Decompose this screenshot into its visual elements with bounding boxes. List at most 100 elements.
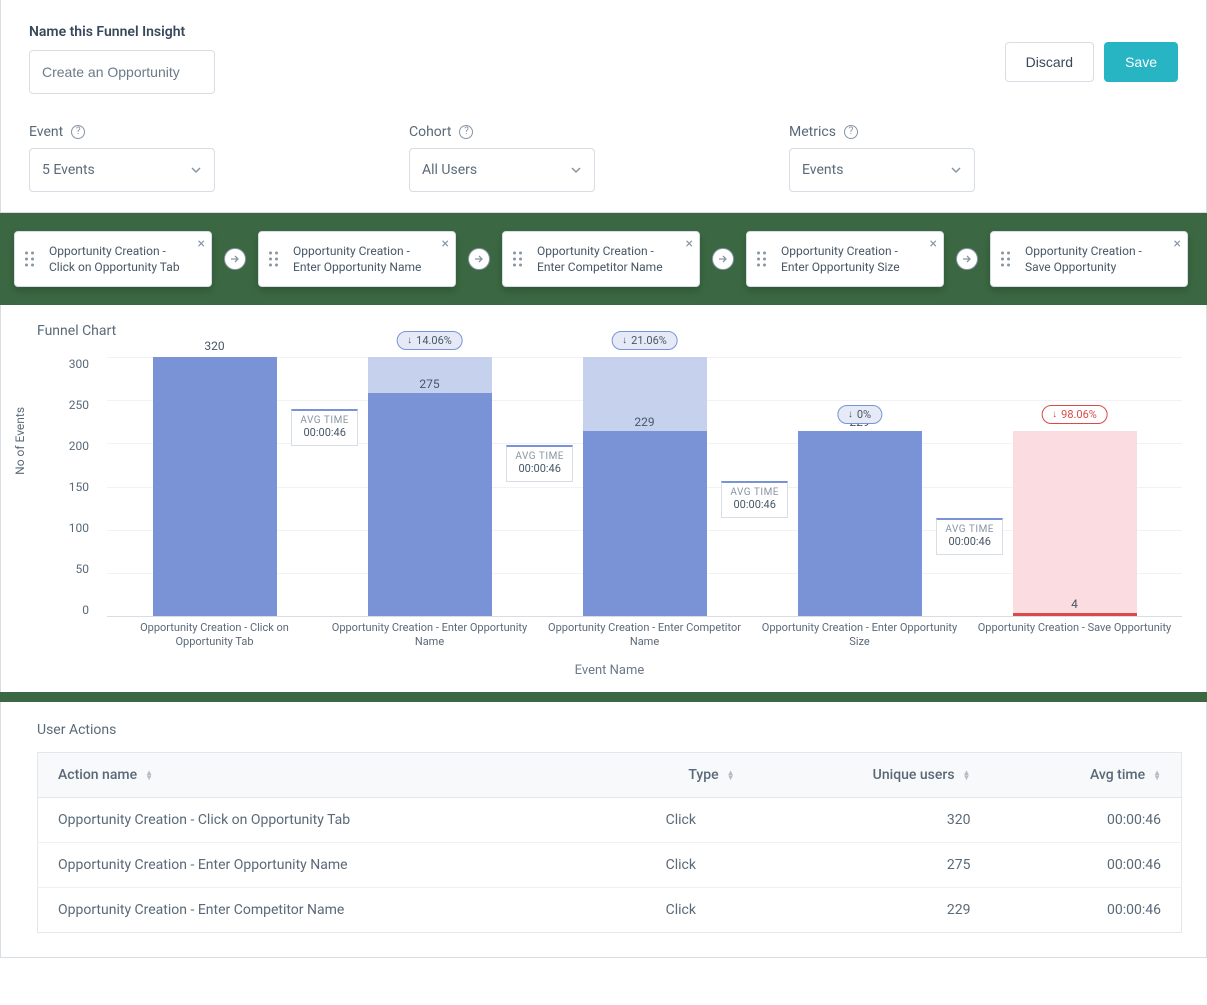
funnel-step-card[interactable]: × Opportunity Creation - Enter Opportunit…	[258, 231, 456, 287]
x-tick-label: Opportunity Creation - Save Opportunity	[967, 621, 1182, 657]
arrow-right-icon	[712, 248, 734, 270]
conversion-drop-badge: ↓ 21.06%	[611, 331, 678, 350]
cohort-select-value: All Users	[422, 162, 477, 178]
col-action[interactable]: Action name▲▼	[38, 753, 608, 798]
funnel-step-label: Opportunity Creation - Enter Competitor …	[537, 243, 679, 275]
y-axis-label: No of Events	[13, 407, 27, 475]
y-tick: 100	[69, 521, 89, 535]
cell-time: 00:00:46	[990, 798, 1181, 843]
cell-type: Click	[607, 888, 755, 933]
help-icon[interactable]: ?	[459, 125, 473, 139]
col-users[interactable]: Unique users▲▼	[755, 753, 991, 798]
x-axis-label: Event Name	[37, 663, 1182, 678]
arrow-right-icon	[224, 248, 246, 270]
arrow-down-icon: ↓	[1052, 409, 1057, 420]
table-row[interactable]: Opportunity Creation - Enter Opportunity…	[38, 843, 1182, 888]
bar-value-label: 229	[634, 415, 654, 429]
y-axis: 300 250 200 150 100 50 0	[37, 357, 97, 617]
cell-time: 00:00:46	[990, 888, 1181, 933]
metrics-select-value: Events	[802, 162, 843, 178]
close-icon[interactable]: ×	[442, 236, 449, 252]
bar-value-label: 320	[204, 339, 224, 353]
cell-type: Click	[607, 798, 755, 843]
cohort-filter-label: Cohort	[409, 124, 451, 140]
close-icon[interactable]: ×	[198, 236, 205, 252]
cell-action: Opportunity Creation - Click on Opportun…	[38, 798, 608, 843]
close-icon[interactable]: ×	[1174, 236, 1181, 252]
drag-handle-icon[interactable]	[269, 252, 278, 267]
conversion-drop-badge: ↓ 0%	[837, 405, 882, 424]
cell-users: 320	[755, 798, 991, 843]
chart-bar[interactable]: 275↓ 14.06%	[368, 357, 492, 616]
table-row[interactable]: Opportunity Creation - Click on Opportun…	[38, 798, 1182, 843]
sort-icon: ▲▼	[727, 770, 735, 780]
funnel-steps-strip: × Opportunity Creation - Click on Opportu…	[0, 219, 1207, 299]
drag-handle-icon[interactable]	[757, 252, 766, 267]
bar-value-label: 4	[1071, 597, 1078, 611]
chart-bar[interactable]: 320	[153, 357, 277, 616]
x-axis: Opportunity Creation - Click on Opportun…	[107, 621, 1182, 657]
user-actions-table: Action name▲▼ Type▲▼ Unique users▲▼ Avg …	[37, 752, 1182, 933]
arrow-right-icon	[956, 248, 978, 270]
conversion-drop-badge: ↓ 14.06%	[396, 331, 463, 350]
chart-bar[interactable]: 229↓ 0%	[798, 431, 922, 616]
funnel-step-card[interactable]: × Opportunity Creation - Save Opportunity	[990, 231, 1188, 287]
funnel-step-label: Opportunity Creation - Enter Opportunity…	[293, 243, 435, 275]
arrow-down-icon: ↓	[848, 409, 853, 420]
arrow-down-icon: ↓	[407, 335, 412, 346]
funnel-step-label: Opportunity Creation - Save Opportunity	[1025, 243, 1167, 275]
funnel-step-card[interactable]: × Opportunity Creation - Click on Opportu…	[14, 231, 212, 287]
y-tick: 50	[76, 562, 90, 576]
drag-handle-icon[interactable]	[513, 252, 522, 267]
arrow-right-icon	[468, 248, 490, 270]
x-tick-label: Opportunity Creation - Click on Opportun…	[107, 621, 322, 657]
cell-type: Click	[607, 843, 755, 888]
table-row[interactable]: Opportunity Creation - Enter Competitor …	[38, 888, 1182, 933]
funnel-step-card[interactable]: × Opportunity Creation - Enter Opportunit…	[746, 231, 944, 287]
cell-users: 229	[755, 888, 991, 933]
sort-icon: ▲▼	[145, 770, 153, 780]
divider	[0, 692, 1207, 702]
drag-handle-icon[interactable]	[1001, 252, 1010, 267]
chevron-down-icon	[570, 164, 582, 176]
drag-handle-icon[interactable]	[25, 252, 34, 267]
conversion-drop-badge: ↓ 98.06%	[1041, 405, 1108, 424]
chart-bar[interactable]: 4↓ 98.06%	[1013, 431, 1137, 616]
help-icon[interactable]: ?	[844, 125, 858, 139]
chart-title: Funnel Chart	[37, 323, 1182, 339]
chart-bar[interactable]: 229↓ 21.06%	[583, 357, 707, 616]
event-select-value: 5 Events	[42, 162, 95, 178]
x-tick-label: Opportunity Creation - Enter Opportunity…	[322, 621, 537, 657]
col-type[interactable]: Type▲▼	[607, 753, 755, 798]
table-title: User Actions	[37, 722, 1182, 738]
y-tick: 300	[69, 357, 89, 371]
y-tick: 0	[82, 603, 89, 617]
y-tick: 250	[69, 398, 89, 412]
bar-value-label: 275	[419, 377, 439, 391]
cohort-select[interactable]: All Users	[409, 148, 595, 192]
chevron-down-icon	[950, 164, 962, 176]
metrics-filter-label: Metrics	[789, 124, 836, 140]
funnel-step-label: Opportunity Creation - Enter Opportunity…	[781, 243, 923, 275]
event-filter-label: Event	[29, 124, 63, 140]
y-tick: 200	[69, 439, 89, 453]
metrics-select[interactable]: Events	[789, 148, 975, 192]
funnel-step-card[interactable]: × Opportunity Creation - Enter Competitor…	[502, 231, 700, 287]
x-tick-label: Opportunity Creation - Enter Opportunity…	[752, 621, 967, 657]
col-time[interactable]: Avg time▲▼	[990, 753, 1181, 798]
save-button[interactable]: Save	[1104, 42, 1178, 82]
funnel-step-label: Opportunity Creation - Click on Opportun…	[49, 243, 191, 275]
funnel-name-input[interactable]	[29, 50, 215, 94]
cell-time: 00:00:46	[990, 843, 1181, 888]
x-tick-label: Opportunity Creation - Enter Competitor …	[537, 621, 752, 657]
y-tick: 150	[69, 480, 89, 494]
close-icon[interactable]: ×	[930, 236, 937, 252]
help-icon[interactable]: ?	[71, 125, 85, 139]
cell-action: Opportunity Creation - Enter Opportunity…	[38, 843, 608, 888]
chart-plot: 320AVG TIME00:00:46275↓ 14.06%AVG TIME00…	[107, 357, 1182, 617]
event-select[interactable]: 5 Events	[29, 148, 215, 192]
sort-icon: ▲▼	[963, 770, 971, 780]
close-icon[interactable]: ×	[686, 236, 693, 252]
discard-button[interactable]: Discard	[1005, 42, 1094, 82]
arrow-down-icon: ↓	[622, 335, 627, 346]
